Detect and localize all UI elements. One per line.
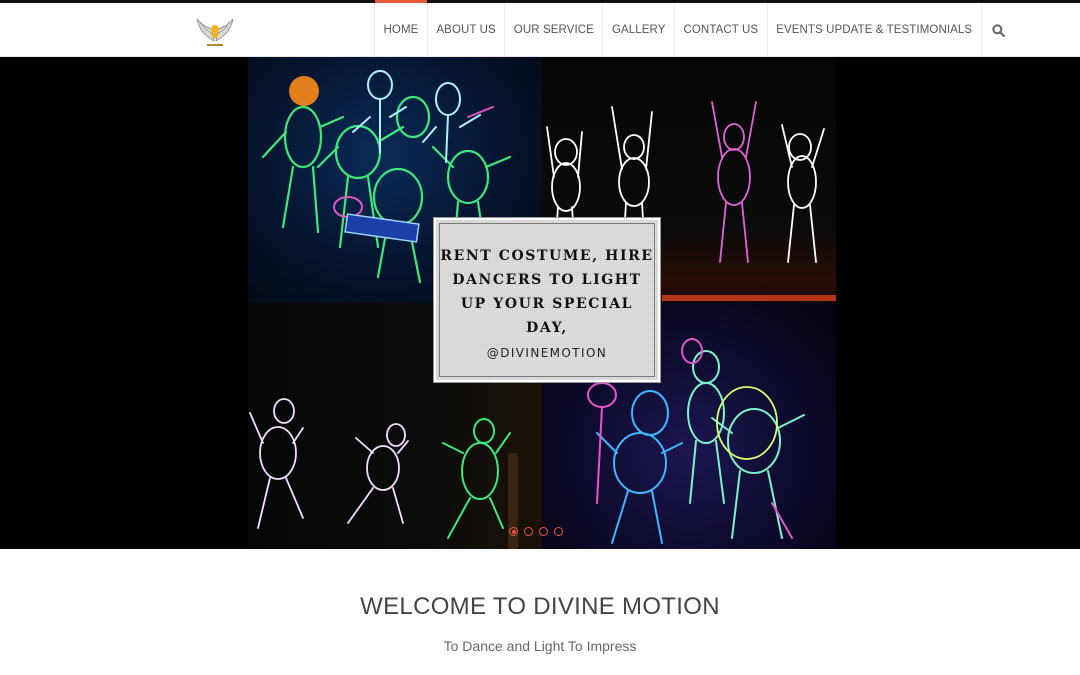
hero-caption-headline: RENT COSTUME, HIRE DANCERS TO LIGHT UP Y… xyxy=(440,248,654,336)
winged-logo-icon[interactable] xyxy=(194,11,236,51)
nav-item-label: EVENTS UPDATE & TESTIMONIALS xyxy=(776,24,973,36)
welcome-section: WELCOME TO DIVINE MOTION To Dance and Li… xyxy=(0,549,1080,654)
site-header: HOME ABOUT US OUR SERVICE GALLERY CONTAC… xyxy=(0,0,1080,57)
hero-caption-box: RENT COSTUME, HIRE DANCERS TO LIGHT UP Y… xyxy=(433,217,661,383)
slider-dot-4[interactable] xyxy=(554,527,563,536)
search-icon xyxy=(992,23,1006,37)
welcome-title: WELCOME TO DIVINE MOTION xyxy=(360,593,720,620)
nav-item-events-testimonials[interactable]: EVENTS UPDATE & TESTIMONIALS xyxy=(768,3,982,57)
search-button[interactable] xyxy=(982,3,1016,57)
nav-item-label: HOME xyxy=(383,24,419,36)
slider-pagination xyxy=(509,527,563,536)
nav-item-gallery[interactable]: GALLERY xyxy=(603,3,675,57)
nav-item-our-service[interactable]: OUR SERVICE xyxy=(505,3,604,57)
hero-slider: RENT COSTUME, HIRE DANCERS TO LIGHT UP Y… xyxy=(0,57,1080,549)
slider-dot-1[interactable] xyxy=(509,527,518,536)
welcome-subtitle: To Dance and Light To Impress xyxy=(443,638,637,654)
nav-item-contact-us[interactable]: CONTACT US xyxy=(675,3,768,57)
hero-caption-frame: RENT COSTUME, HIRE DANCERS TO LIGHT UP Y… xyxy=(439,223,655,377)
slider-dot-2[interactable] xyxy=(524,527,533,536)
nav-item-label: OUR SERVICE xyxy=(513,24,594,36)
nav-item-label: ABOUT US xyxy=(436,24,496,36)
nav-item-home[interactable]: HOME xyxy=(374,0,428,57)
nav-item-about-us[interactable]: ABOUT US xyxy=(428,3,506,57)
nav-item-label: GALLERY xyxy=(611,24,666,36)
main-navigation: HOME ABOUT US OUR SERVICE GALLERY CONTAC… xyxy=(374,0,1016,57)
hero-caption-handle: @DIVINEMOTION xyxy=(486,346,608,360)
nav-item-label: CONTACT US xyxy=(683,24,759,36)
slider-dot-3[interactable] xyxy=(539,527,548,536)
